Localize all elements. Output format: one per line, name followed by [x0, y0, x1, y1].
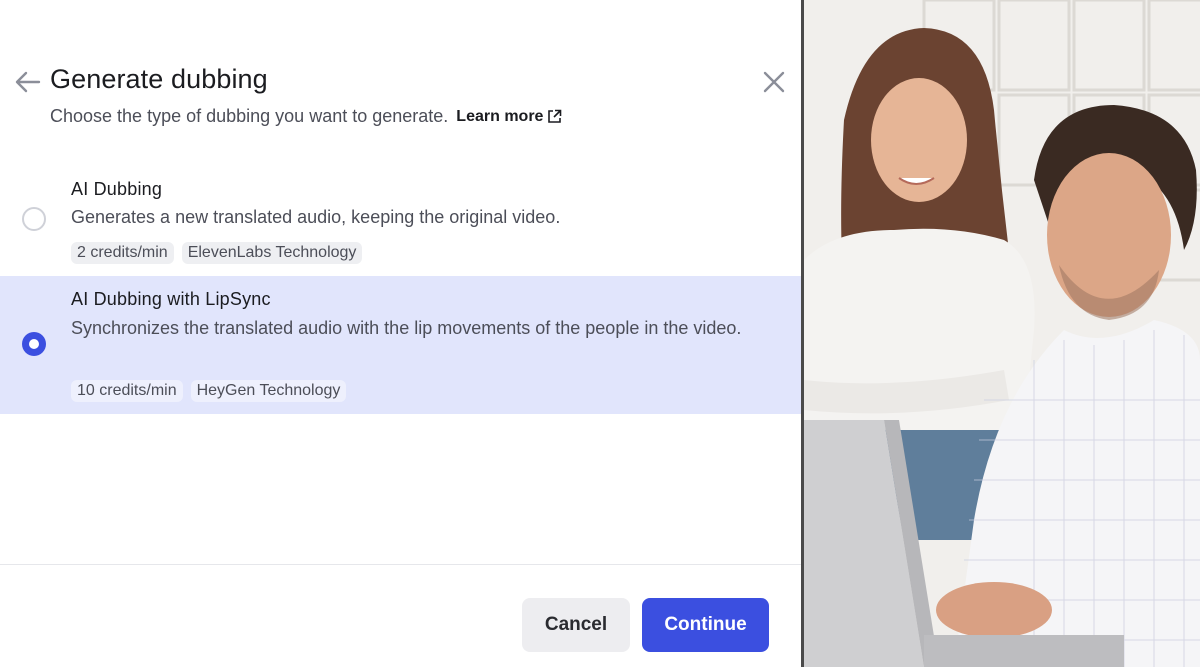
option-description: Synchronizes the translated audio with t… — [71, 318, 742, 338]
people-at-laptop-image — [804, 0, 1200, 667]
continue-button[interactable]: Continue — [642, 598, 769, 652]
learn-more-label: Learn more — [456, 107, 544, 125]
option-ai-dubbing[interactable]: AI Dubbing Generates a new translated au… — [0, 165, 801, 273]
technology-tag: HeyGen Technology — [190, 380, 347, 402]
radio-ai-dubbing-lipsync[interactable] — [22, 332, 46, 356]
option-title: AI Dubbing — [71, 179, 163, 199]
back-button[interactable] — [14, 68, 42, 96]
subtitle-text: Choose the type of dubbing you want to g… — [50, 106, 449, 126]
radio-ai-dubbing[interactable] — [22, 207, 46, 231]
promo-photo — [804, 0, 1200, 667]
footer-divider — [0, 564, 801, 565]
credits-tag: 2 credits/min — [71, 242, 174, 264]
option-tags: 10 credits/min HeyGen Technology — [71, 380, 347, 402]
close-button[interactable] — [760, 68, 788, 96]
cancel-button[interactable]: Cancel — [522, 598, 630, 652]
option-description: Generates a new translated audio, keepin… — [71, 207, 561, 227]
option-tags: 2 credits/min ElevenLabs Technology — [71, 242, 363, 264]
close-icon — [763, 71, 785, 93]
external-link-icon — [548, 109, 562, 123]
credits-tag: 10 credits/min — [71, 380, 183, 402]
arrow-left-icon — [15, 71, 41, 93]
dubbing-dialog: Generate dubbing Choose the type of dubb… — [0, 0, 801, 667]
dialog-title: Generate dubbing — [50, 64, 268, 94]
technology-tag: ElevenLabs Technology — [181, 242, 363, 264]
option-ai-dubbing-lipsync[interactable]: AI Dubbing with LipSync Synchronizes the… — [0, 276, 801, 414]
learn-more-link[interactable]: Learn more — [456, 108, 562, 126]
option-title: AI Dubbing with LipSync — [71, 289, 271, 309]
dialog-subtitle: Choose the type of dubbing you want to g… — [50, 106, 562, 127]
